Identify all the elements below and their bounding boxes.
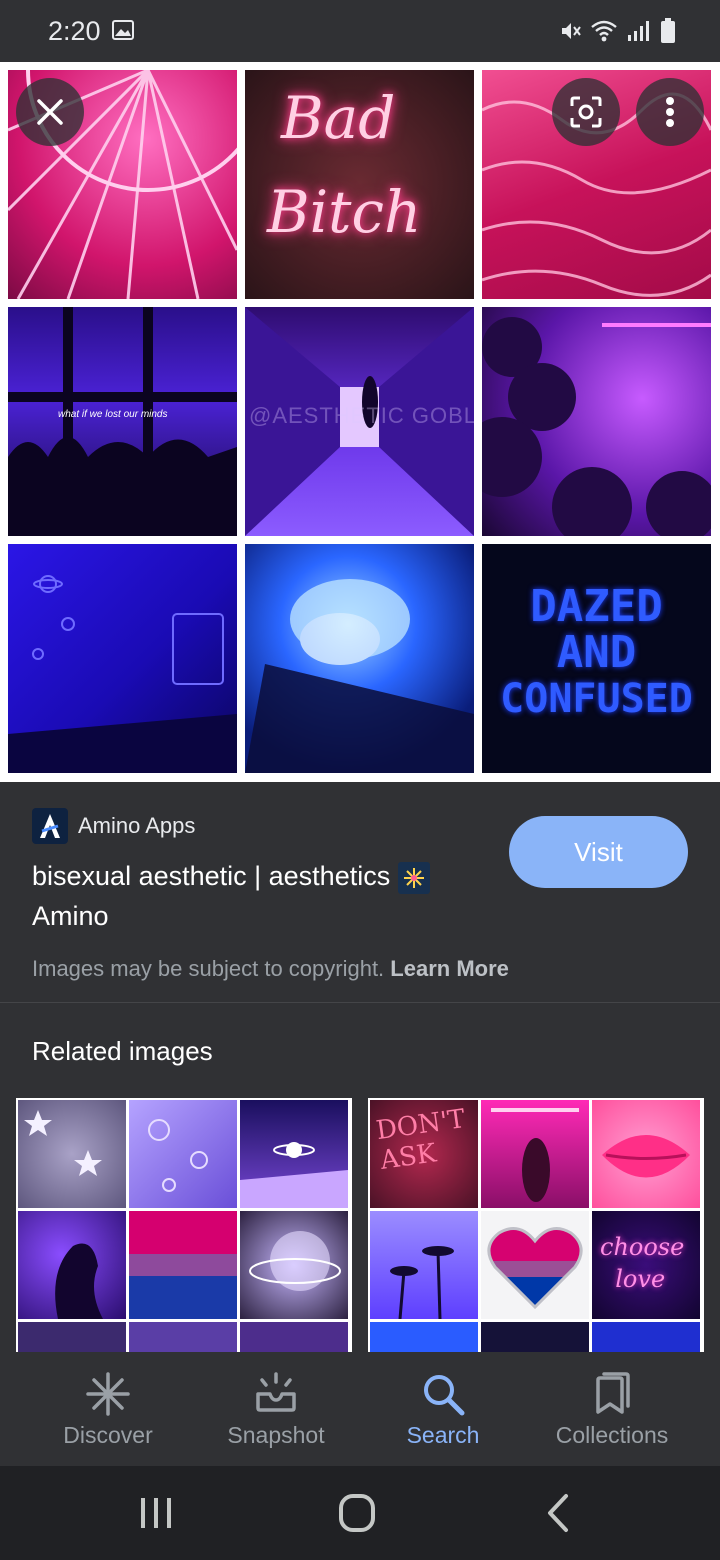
- lens-button[interactable]: [552, 78, 620, 146]
- home-icon[interactable]: [327, 1488, 387, 1538]
- tile-purple-hallway: @AESTHETIC GOBLIN: [245, 307, 474, 536]
- related-image-2[interactable]: DON'T ASK choose love: [368, 1098, 704, 1354]
- more-options-button[interactable]: [636, 78, 704, 146]
- related-1-tile-planet-art: [240, 1211, 348, 1319]
- nav-collections[interactable]: Collections: [522, 1352, 702, 1466]
- lens-icon: [570, 96, 602, 128]
- related-1-tile-bi-flag: [129, 1211, 237, 1319]
- window-frames: [8, 307, 237, 536]
- wifi-icon: [591, 20, 617, 42]
- gallery-icon: [112, 20, 134, 40]
- search-icon: [424, 1375, 465, 1416]
- amino-logo-icon: [32, 808, 68, 844]
- neon-bitch: Bitch: [267, 178, 422, 246]
- related-1-tile-row3b: [129, 1322, 237, 1354]
- tile-blue-planets: [8, 544, 237, 773]
- status-icons: [558, 18, 676, 44]
- nav-snapshot[interactable]: Snapshot: [186, 1352, 366, 1466]
- firework-emoji-icon: [397, 861, 430, 894]
- recents-icon[interactable]: [126, 1488, 186, 1538]
- related-1-tile-silhouette: [18, 1211, 126, 1319]
- related-1-tile-row3a: [18, 1322, 126, 1354]
- status-bar: 2:20: [0, 0, 720, 62]
- asterisk-icon: [86, 1372, 130, 1416]
- result-title[interactable]: bisexual aesthetic | aesthetics Amino: [32, 856, 492, 936]
- related-2-tile-choose-love: choose love: [592, 1211, 700, 1319]
- related-1-tile-stars: [18, 1100, 126, 1208]
- related-images-heading: Related images: [32, 1036, 213, 1066]
- tile-dazed-confused: DAZED AND CONFUSED: [482, 544, 711, 773]
- more-vert-icon: [666, 97, 674, 127]
- tile-window-silhouettes: what if we lost our minds: [8, 307, 237, 536]
- related-2-tile-palms: [370, 1211, 478, 1319]
- result-info-panel: Amino Apps bisexual aesthetic | aestheti…: [0, 782, 720, 1002]
- related-2-tile-dont-ask: DON'T ASK: [370, 1100, 478, 1208]
- related-image-1[interactable]: [16, 1098, 352, 1354]
- nav-search[interactable]: Search: [353, 1352, 533, 1466]
- source-row[interactable]: Amino Apps: [32, 808, 195, 844]
- tile-bad-bitch: Bad Bitch: [245, 70, 474, 299]
- system-navigation-bar: [0, 1466, 720, 1560]
- close-icon: [37, 99, 63, 125]
- related-1-tile-saturn: [240, 1100, 348, 1208]
- plant-silhouettes: [482, 317, 711, 536]
- nav-discover[interactable]: Discover: [18, 1352, 198, 1466]
- related-2-tile-row3c: [592, 1322, 700, 1354]
- succulent-shape: [245, 579, 474, 773]
- related-2-tile-pink-room: [481, 1100, 589, 1208]
- main-image-viewer[interactable]: Bad Bitch what if we lost our minds @AES…: [0, 62, 720, 782]
- visit-button[interactable]: Visit: [509, 816, 688, 888]
- back-icon[interactable]: [530, 1488, 590, 1538]
- mute-icon: [562, 23, 581, 39]
- related-1-tile-row3c: [240, 1322, 348, 1354]
- copyright-notice: Images may be subject to copyright. Lear…: [32, 956, 509, 981]
- collections-icon: [596, 1372, 630, 1414]
- learn-more-link[interactable]: Learn More: [390, 956, 509, 981]
- tile-blue-succulent: [245, 544, 474, 773]
- tile-watermark: @AESTHETIC GOBLIN: [249, 403, 474, 428]
- battery-icon: [661, 18, 675, 43]
- planet-doodles: [8, 575, 237, 773]
- related-2-tile-lips: [592, 1100, 700, 1208]
- close-button[interactable]: [16, 78, 84, 146]
- related-2-tile-row3b: [481, 1322, 589, 1354]
- signal-icon: [628, 21, 649, 41]
- neon-bad: Bad: [281, 84, 396, 152]
- bottom-navigation: Discover Snapshot Search Collections: [0, 1352, 720, 1466]
- dazed-text: DAZED AND CONFUSED: [500, 581, 693, 723]
- source-name: Amino Apps: [78, 813, 196, 838]
- related-1-tile-doodles: [129, 1100, 237, 1208]
- related-2-tile-heart-pin: [481, 1211, 589, 1319]
- snapshot-icon: [256, 1372, 296, 1412]
- tile-caption: what if we lost our minds: [58, 409, 168, 420]
- related-2-tile-row3a: [370, 1322, 478, 1354]
- status-time: 2:20: [48, 16, 101, 46]
- divider: [0, 1002, 720, 1003]
- tile-purple-plants: [482, 307, 711, 536]
